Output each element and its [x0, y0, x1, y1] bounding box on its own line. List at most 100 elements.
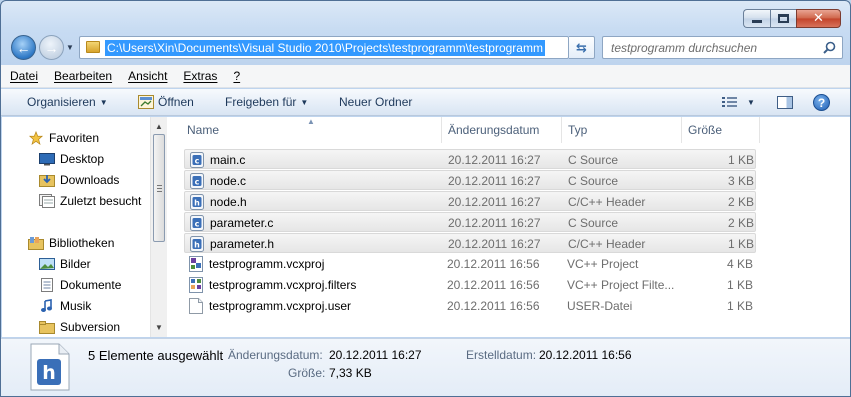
nav-scrollbar[interactable]: ▲ ▼ — [150, 117, 167, 337]
new-folder-button[interactable]: Neuer Ordner — [339, 95, 412, 109]
address-bar[interactable]: C:\Users\Xin\Documents\Visual Studio 201… — [79, 36, 569, 59]
file-modified: 20.12.2011 16:56 — [447, 299, 540, 313]
c-source-icon: c — [190, 152, 204, 168]
blank-file-icon — [189, 298, 203, 314]
nav-item-label: Musik — [60, 298, 92, 313]
share-button[interactable]: Freigeben für ▼ — [225, 95, 308, 109]
file-modified: 20.12.2011 16:56 — [447, 257, 540, 271]
arrow-left-icon: ← — [16, 39, 31, 56]
file-row[interactable]: testprogramm.vcxproj.filters 20.12.2011 1… — [184, 275, 756, 295]
search-icon[interactable] — [823, 41, 836, 54]
file-type: C Source — [568, 153, 619, 167]
caption-buttons: ✕ — [743, 9, 841, 28]
nav-item-desktop[interactable]: Desktop — [39, 148, 104, 169]
file-size: 1 KB — [726, 278, 753, 292]
recent-places-icon — [39, 193, 55, 208]
svg-text:c: c — [195, 157, 200, 166]
nav-item-musik[interactable]: Musik — [39, 295, 91, 316]
scroll-up-icon[interactable]: ▲ — [155, 122, 163, 131]
search-placeholder: testprogramm durchsuchen — [611, 41, 758, 55]
desktop-icon — [39, 152, 55, 165]
open-button[interactable]: Öffnen — [138, 95, 194, 109]
column-size[interactable]: Größe — [682, 117, 760, 143]
svg-text:h: h — [42, 362, 56, 384]
downloads-icon — [39, 174, 55, 187]
file-type: VC++ Project — [567, 257, 639, 271]
file-modified: 20.12.2011 16:27 — [448, 174, 541, 188]
modified-label: Änderungsdatum: — [228, 348, 323, 362]
nav-favorites[interactable]: Favoriten — [28, 127, 99, 148]
file-size: 4 KB — [726, 257, 753, 271]
c-header-icon: h — [190, 236, 204, 252]
view-options-icon[interactable] — [722, 96, 738, 109]
c-source-icon: c — [190, 215, 204, 231]
created-value: 20.12.2011 16:56 — [539, 348, 632, 362]
scroll-thumb[interactable] — [153, 134, 165, 242]
nav-item-subversion[interactable]: Subversion — [39, 316, 120, 337]
file-row[interactable]: c node.c 20.12.2011 16:27 C Source 3 KB — [184, 170, 756, 190]
file-size: 1 KB — [727, 237, 754, 251]
pictures-icon — [39, 257, 55, 270]
recent-pages-dropdown[interactable]: ▼ — [66, 43, 74, 52]
maximize-button[interactable] — [770, 9, 796, 28]
svg-text:h: h — [194, 241, 200, 250]
view-dropdown-icon[interactable]: ▼ — [747, 98, 755, 107]
scroll-down-icon[interactable]: ▼ — [155, 323, 163, 332]
file-row[interactable]: testprogramm.vcxproj.user 20.12.2011 16:5… — [184, 296, 756, 316]
chevron-down-icon: ▼ — [99, 97, 108, 107]
menu-datei[interactable]: Datei — [10, 69, 38, 83]
menu-help[interactable]: ? — [233, 69, 240, 83]
minimize-button[interactable] — [743, 9, 770, 28]
modified-value: 20.12.2011 16:27 — [329, 348, 422, 362]
file-size: 1 KB — [726, 299, 753, 313]
column-type[interactable]: Typ — [562, 117, 682, 143]
file-type: C/C++ Header — [568, 195, 646, 209]
file-modified: 20.12.2011 16:27 — [448, 195, 541, 209]
organize-button[interactable]: Organisieren ▼ — [27, 95, 108, 109]
nav-item-dokumente[interactable]: Dokumente — [39, 274, 121, 295]
file-row[interactable]: c main.c 20.12.2011 16:27 C Source 1 KB — [184, 149, 756, 169]
menu-bar: Datei Bearbeiten Ansicht Extras ? — [1, 65, 850, 88]
menu-extras[interactable]: Extras — [183, 69, 217, 83]
file-row[interactable]: testprogramm.vcxproj 20.12.2011 16:56 VC++… — [184, 254, 756, 274]
documents-icon — [41, 277, 53, 292]
c-header-icon: h — [190, 194, 204, 210]
close-button[interactable]: ✕ — [796, 9, 841, 28]
file-name: testprogramm.vcxproj.user — [209, 299, 352, 313]
column-name[interactable]: Name — [181, 117, 442, 143]
search-box[interactable]: testprogramm durchsuchen — [602, 36, 843, 59]
file-row[interactable]: h parameter.h 20.12.2011 16:27 C/C++ Header… — [184, 233, 756, 253]
file-type: C Source — [568, 174, 619, 188]
nav-item-downloads[interactable]: Downloads — [39, 169, 119, 190]
forward-button[interactable]: → — [39, 35, 64, 60]
nav-item-bilder[interactable]: Bilder — [39, 253, 91, 274]
file-modified: 20.12.2011 16:27 — [448, 237, 541, 251]
column-modified[interactable]: Änderungsdatum — [442, 117, 562, 143]
star-icon — [28, 130, 44, 145]
help-icon[interactable]: ? — [813, 94, 830, 111]
back-button[interactable]: ← — [11, 35, 36, 60]
nav-item-label: Desktop — [60, 151, 105, 166]
menu-ansicht[interactable]: Ansicht — [128, 69, 167, 83]
nav-item-label: Subversion — [60, 319, 121, 334]
svg-text:c: c — [195, 178, 200, 187]
vcxproj-icon — [189, 256, 203, 272]
menu-bearbeiten[interactable]: Bearbeiten — [54, 69, 112, 83]
file-row[interactable]: c parameter.c 20.12.2011 16:27 C Source 2 KB — [184, 212, 756, 232]
address-path[interactable]: C:\Users\Xin\Documents\Visual Studio 201… — [105, 40, 545, 56]
file-name: parameter.c — [210, 216, 274, 230]
nav-item-recent[interactable]: Zuletzt besucht — [39, 190, 141, 211]
nav-libraries[interactable]: Bibliotheken — [28, 232, 114, 253]
selection-summary: 5 Elemente ausgewählt — [88, 348, 224, 363]
file-name: node.c — [210, 174, 247, 188]
minimize-icon — [752, 20, 762, 23]
refresh-button[interactable]: ⇆ — [569, 36, 595, 59]
file-name: main.c — [210, 153, 246, 167]
file-size: 2 KB — [727, 195, 754, 209]
file-type: C Source — [568, 216, 619, 230]
preview-pane-icon[interactable] — [777, 96, 793, 109]
nav-favorites-label: Favoriten — [49, 130, 100, 145]
vcxproj-filters-icon — [189, 277, 203, 293]
file-row[interactable]: h node.h 20.12.2011 16:27 C/C++ Header 2 KB — [184, 191, 756, 211]
created-label: Erstelldatum: — [466, 348, 537, 362]
